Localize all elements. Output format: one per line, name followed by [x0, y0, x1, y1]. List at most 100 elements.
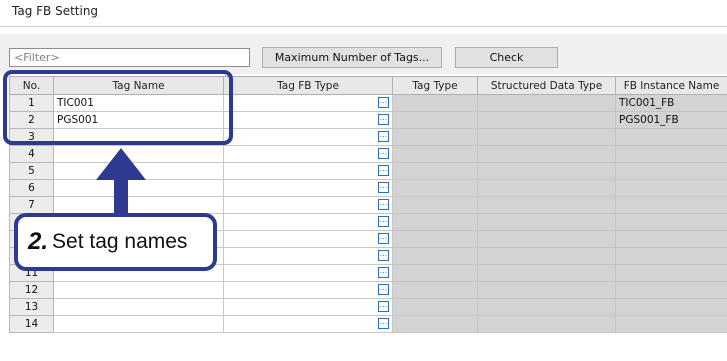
- table-row: 13...: [9, 298, 727, 316]
- tag-type-cell: [392, 128, 478, 146]
- fb-instance-name-cell: [615, 281, 727, 299]
- row-number-cell: 4: [9, 145, 54, 163]
- fb-instance-name-cell: TIC001_FB: [615, 94, 727, 112]
- column-header-tag-fb-type[interactable]: Tag FB Type: [223, 76, 393, 95]
- structured-data-type-cell: [477, 264, 616, 282]
- row-number-cell: 7: [9, 196, 54, 214]
- ellipsis-picker-icon[interactable]: ...: [378, 318, 389, 329]
- step-callout: 2. Set tag names: [14, 213, 217, 271]
- structured-data-type-cell: [477, 247, 616, 265]
- ellipsis-picker-icon[interactable]: ...: [378, 97, 389, 108]
- ellipsis-picker-icon[interactable]: ...: [378, 267, 389, 278]
- tag-type-cell: [392, 94, 478, 112]
- check-button[interactable]: Check: [455, 47, 558, 68]
- structured-data-type-cell: [477, 162, 616, 180]
- structured-data-type-cell: [477, 128, 616, 146]
- structured-data-type-cell: [477, 179, 616, 197]
- maximum-number-of-tags-button[interactable]: Maximum Number of Tags...: [262, 47, 442, 68]
- structured-data-type-cell: [477, 213, 616, 231]
- row-number-cell: 5: [9, 162, 54, 180]
- tag-fb-type-cell[interactable]: ...: [223, 196, 393, 214]
- fb-instance-name-cell: [615, 196, 727, 214]
- ellipsis-picker-icon[interactable]: ...: [378, 233, 389, 244]
- tag-fb-type-cell[interactable]: ...: [223, 230, 393, 248]
- row-number-cell: 12: [9, 281, 54, 299]
- tag-type-cell: [392, 298, 478, 316]
- fb-instance-name-cell: [615, 128, 727, 146]
- tag-name-cell[interactable]: [53, 281, 224, 299]
- fb-instance-name-cell: PGS001_FB: [615, 111, 727, 129]
- tag-name-cell[interactable]: [53, 196, 224, 214]
- tag-fb-type-cell[interactable]: ...: [223, 145, 393, 163]
- fb-instance-name-cell: [615, 145, 727, 163]
- tag-type-cell: [392, 179, 478, 197]
- tag-fb-type-cell[interactable]: ...: [223, 315, 393, 333]
- structured-data-type-cell: [477, 230, 616, 248]
- structured-data-type-cell: [477, 145, 616, 163]
- structured-data-type-cell: [477, 94, 616, 112]
- tag-name-cell[interactable]: [53, 315, 224, 333]
- fb-instance-name-cell: [615, 315, 727, 333]
- ellipsis-picker-icon[interactable]: ...: [378, 165, 389, 176]
- fb-instance-name-cell: [615, 230, 727, 248]
- tag-fb-type-cell[interactable]: ...: [223, 162, 393, 180]
- structured-data-type-cell: [477, 315, 616, 333]
- tag-type-cell: [392, 196, 478, 214]
- tag-fb-type-cell[interactable]: ...: [223, 179, 393, 197]
- fb-instance-name-cell: [615, 298, 727, 316]
- tag-fb-type-cell[interactable]: ...: [223, 128, 393, 146]
- fb-instance-name-cell: [615, 179, 727, 197]
- tag-type-cell: [392, 264, 478, 282]
- tag-fb-type-cell[interactable]: ...: [223, 298, 393, 316]
- tag-name-cell[interactable]: [53, 179, 224, 197]
- step-number: 2.: [28, 228, 49, 255]
- filter-input[interactable]: <Filter>: [9, 48, 250, 67]
- tag-type-cell: [392, 281, 478, 299]
- table-row: 12...: [9, 281, 727, 299]
- ellipsis-picker-icon[interactable]: ...: [378, 148, 389, 159]
- tag-fb-type-cell[interactable]: ...: [223, 247, 393, 265]
- tag-type-cell: [392, 162, 478, 180]
- structured-data-type-cell: [477, 196, 616, 214]
- row-number-cell: 14: [9, 315, 54, 333]
- fb-instance-name-cell: [615, 247, 727, 265]
- tag-type-cell: [392, 230, 478, 248]
- ellipsis-picker-icon[interactable]: ...: [378, 250, 389, 261]
- structured-data-type-cell: [477, 298, 616, 316]
- tag-name-highlight-box: [3, 70, 233, 145]
- table-row: 14...: [9, 315, 727, 333]
- tag-fb-type-cell[interactable]: ...: [223, 281, 393, 299]
- ellipsis-picker-icon[interactable]: ...: [378, 216, 389, 227]
- tag-type-cell: [392, 213, 478, 231]
- fb-instance-name-cell: [615, 162, 727, 180]
- ellipsis-picker-icon[interactable]: ...: [378, 182, 389, 193]
- column-header-tag-type[interactable]: Tag Type: [392, 76, 478, 95]
- ellipsis-picker-icon[interactable]: ...: [378, 114, 389, 125]
- ellipsis-picker-icon[interactable]: ...: [378, 131, 389, 142]
- window-title: Tag FB Setting: [12, 4, 99, 18]
- tag-type-cell: [392, 145, 478, 163]
- column-header-fb-instance-name[interactable]: FB Instance Name: [615, 76, 727, 95]
- tag-fb-type-cell[interactable]: ...: [223, 213, 393, 231]
- tag-fb-type-cell[interactable]: ...: [223, 264, 393, 282]
- ellipsis-picker-icon[interactable]: ...: [378, 284, 389, 295]
- column-header-structured-data-type[interactable]: Structured Data Type: [477, 76, 616, 95]
- tag-type-cell: [392, 247, 478, 265]
- ellipsis-picker-icon[interactable]: ...: [378, 199, 389, 210]
- fb-instance-name-cell: [615, 264, 727, 282]
- tag-type-cell: [392, 111, 478, 129]
- title-divider: [0, 26, 727, 27]
- tag-type-cell: [392, 315, 478, 333]
- structured-data-type-cell: [477, 111, 616, 129]
- step-text: Set tag names: [52, 230, 188, 253]
- arrow-stem: [114, 178, 128, 216]
- ellipsis-picker-icon[interactable]: ...: [378, 301, 389, 312]
- tag-name-cell[interactable]: [53, 298, 224, 316]
- structured-data-type-cell: [477, 281, 616, 299]
- tag-fb-type-cell[interactable]: ...: [223, 94, 393, 112]
- row-number-cell: 6: [9, 179, 54, 197]
- fb-instance-name-cell: [615, 213, 727, 231]
- arrow-up-icon: [96, 148, 146, 180]
- row-number-cell: 13: [9, 298, 54, 316]
- tag-fb-type-cell[interactable]: ...: [223, 111, 393, 129]
